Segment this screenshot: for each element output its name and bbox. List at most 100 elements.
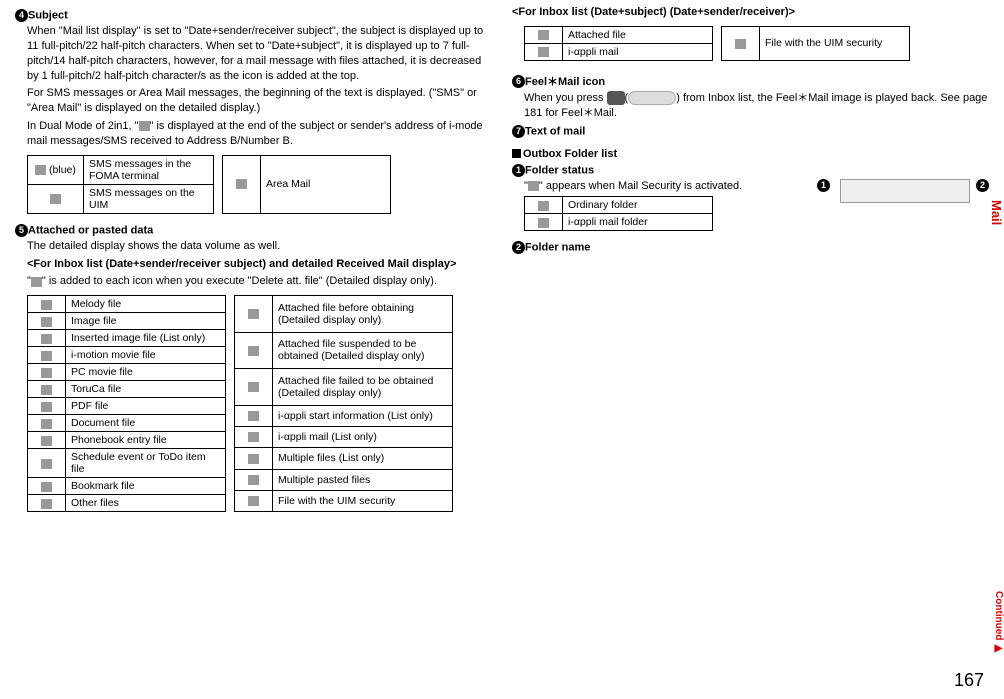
ordinary-folder-icon bbox=[538, 201, 549, 211]
file-table-right: Attached file before obtaining (Detailed… bbox=[234, 295, 453, 512]
phonebook-icon bbox=[41, 436, 52, 446]
image-icon bbox=[41, 317, 52, 327]
inbox-sub-heading: <For Inbox list (Date+subject) (Date+sen… bbox=[512, 5, 989, 20]
right-column: <For Inbox list (Date+subject) (Date+sen… bbox=[512, 5, 989, 518]
num-6-badge: 6 bbox=[512, 75, 525, 88]
num-7-badge: 7 bbox=[512, 125, 525, 138]
sms-table-right: Area Mail bbox=[222, 155, 391, 214]
attached-para-1: The detailed display shows the data volu… bbox=[27, 239, 492, 254]
attached-file-icon bbox=[538, 30, 549, 40]
file-row: PDF file bbox=[66, 398, 226, 415]
num-4-badge: 4 bbox=[15, 9, 28, 22]
iappli-mail-icon-2 bbox=[538, 47, 549, 57]
lock-icon bbox=[528, 181, 539, 191]
file-row: File with the UIM security bbox=[273, 490, 453, 511]
file-row: Schedule event or ToDo item file bbox=[66, 449, 226, 478]
iappli-folder-text: i-αppli mail folder bbox=[563, 214, 713, 231]
inbox-uim-text: File with the UIM security bbox=[760, 26, 910, 60]
pc-movie-icon bbox=[41, 368, 52, 378]
file-row: PC movie file bbox=[66, 364, 226, 381]
file-row: Attached file failed to be obtained (Det… bbox=[273, 369, 453, 405]
att-before-icon bbox=[248, 309, 259, 319]
pdf-icon bbox=[41, 402, 52, 412]
num-5-badge: 5 bbox=[15, 224, 28, 237]
schedule-icon bbox=[41, 459, 52, 469]
melody-icon bbox=[41, 300, 52, 310]
file-row: Attached file before obtaining (Detailed… bbox=[273, 296, 453, 332]
file-row: Multiple pasted files bbox=[273, 469, 453, 490]
file-row: Image file bbox=[66, 313, 226, 330]
outbox-table: Ordinary folder i-αppli mail folder bbox=[524, 196, 713, 231]
area-mail-text: Area Mail bbox=[261, 155, 391, 213]
subject-para-2: For SMS messages or Area Mail messages, … bbox=[27, 86, 492, 116]
attached-heading: Attached or pasted data bbox=[28, 224, 153, 236]
continued-label: Continued ▶ bbox=[993, 591, 1004, 654]
area-mail-icon bbox=[236, 179, 247, 189]
num-2-badge: 2 bbox=[512, 241, 525, 254]
folder-name-heading: Folder name bbox=[525, 242, 590, 254]
inbox-table-left: Attached file i-αppli mail bbox=[524, 26, 713, 61]
file-row: i-αppli mail (List only) bbox=[273, 426, 453, 447]
file-row: Bookmark file bbox=[66, 478, 226, 495]
iappli-folder-icon bbox=[538, 218, 549, 228]
file-row: ToruCa file bbox=[66, 381, 226, 398]
att-suspended-icon bbox=[248, 346, 259, 356]
inserted-image-icon bbox=[41, 334, 52, 344]
sms-uim-text: SMS messages on the UIM bbox=[84, 184, 214, 213]
sms-foma-text: SMS messages in the FOMA terminal bbox=[84, 155, 214, 184]
feel-mail-heading: Feel＊Mail icon bbox=[525, 76, 605, 88]
subject-para-3: In Dual Mode of 2in1, "" is displayed at… bbox=[27, 119, 492, 149]
file-table-left: Melody file Image file Inserted image fi… bbox=[27, 295, 226, 512]
document-icon bbox=[41, 419, 52, 429]
iappli-start-icon bbox=[248, 411, 259, 421]
outbox-screenshot-group: 1 2 bbox=[817, 179, 989, 203]
file-row: Phonebook entry file bbox=[66, 432, 226, 449]
file-row: Other files bbox=[66, 495, 226, 512]
uim-security-icon-2 bbox=[735, 39, 746, 49]
num-1-badge: 1 bbox=[512, 164, 525, 177]
subject-heading: Subject bbox=[28, 9, 68, 21]
inbox-iappli-text: i-αppli mail bbox=[563, 43, 713, 60]
multiple-pasted-icon bbox=[248, 475, 259, 485]
side-tab-mail: Mail bbox=[989, 200, 1004, 225]
callout-1: 1 bbox=[817, 179, 830, 192]
multiple-files-icon bbox=[248, 454, 259, 464]
outbox-screenshot-icon bbox=[840, 179, 970, 203]
outbox-heading: Outbox Folder list bbox=[523, 148, 617, 160]
left-column: 4Subject When "Mail list display" is set… bbox=[15, 5, 492, 518]
file-row: Attached file suspended to be obtained (… bbox=[273, 332, 453, 368]
uim-security-icon bbox=[248, 496, 259, 506]
folder-status-para: "" appears when Mail Security is activat… bbox=[524, 179, 811, 194]
file-row: Melody file bbox=[66, 296, 226, 313]
attached-sub1: <For Inbox list (Date+sender/receiver su… bbox=[27, 257, 492, 272]
dual-mode-icon bbox=[139, 121, 150, 131]
att-failed-icon bbox=[248, 382, 259, 392]
file-row: Document file bbox=[66, 415, 226, 432]
callout-2: 2 bbox=[976, 179, 989, 192]
delete-att-icon bbox=[31, 277, 42, 287]
sms-blue-label: (blue) bbox=[49, 164, 76, 176]
page-number: 167 bbox=[954, 670, 984, 691]
file-row: Inserted image file (List only) bbox=[66, 330, 226, 347]
sms-uim-icon bbox=[50, 194, 61, 204]
square-bullet-icon bbox=[512, 149, 521, 158]
feel-bar-icon bbox=[628, 91, 676, 105]
feel-mail-para: When you press () from Inbox list, the F… bbox=[524, 91, 989, 121]
text-of-mail-heading: Text of mail bbox=[525, 125, 585, 137]
file-row: i-motion movie file bbox=[66, 347, 226, 364]
iappli-mail-icon bbox=[248, 432, 259, 442]
imotion-icon bbox=[41, 351, 52, 361]
other-files-icon bbox=[41, 499, 52, 509]
ordinary-folder-text: Ordinary folder bbox=[563, 197, 713, 214]
sms-blue-icon bbox=[35, 165, 46, 175]
file-row: Multiple files (List only) bbox=[273, 448, 453, 469]
toruca-icon bbox=[41, 385, 52, 395]
attached-para-2: "" is added to each icon when you execut… bbox=[27, 274, 492, 289]
file-row: i-αppli start information (List only) bbox=[273, 405, 453, 426]
camera-button-icon bbox=[607, 91, 625, 105]
subject-para-1: When "Mail list display" is set to "Date… bbox=[27, 24, 492, 83]
folder-status-heading: Folder status bbox=[525, 164, 594, 176]
sms-table-left: (blue) SMS messages in the FOMA terminal… bbox=[27, 155, 214, 214]
inbox-table-right: File with the UIM security bbox=[721, 26, 910, 61]
inbox-attached-text: Attached file bbox=[563, 26, 713, 43]
